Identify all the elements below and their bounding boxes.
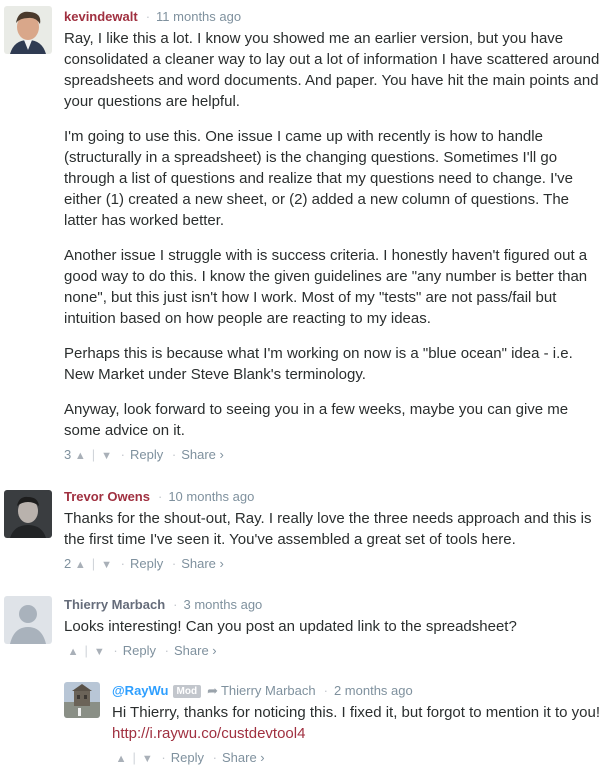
comment-text: Thanks for the shout-out, Ray. I really … <box>64 510 592 548</box>
reply-button[interactable]: Reply <box>123 642 156 660</box>
reply-button[interactable]: Reply <box>171 749 204 767</box>
reply-arrow-icon: ➦ <box>207 683 218 698</box>
comment-paragraph: Perhaps this is because what I'm working… <box>64 345 573 383</box>
default-avatar-icon <box>4 596 52 644</box>
downvote-icon[interactable]: ▼ <box>101 447 112 465</box>
reply-button[interactable]: Reply <box>130 446 163 464</box>
author-name[interactable]: Thierry Marbach <box>64 597 165 612</box>
comment-header: Trevor Owens · 10 months ago <box>64 489 255 504</box>
author-name[interactable]: @RayWu <box>112 683 169 698</box>
downvote-icon[interactable]: ▼ <box>142 750 153 768</box>
comment-text: Hi Thierry, thanks for noticing this. I … <box>112 702 602 744</box>
comment-footer: ▲ | ▼ · Reply · Share › <box>64 642 602 661</box>
comment-paragraph: Anyway, look forward to seeing you in a … <box>64 401 569 439</box>
avatar[interactable] <box>4 490 52 538</box>
upvote-icon[interactable]: ▲ <box>75 556 86 574</box>
upvote-count: 3 <box>64 447 72 462</box>
share-button[interactable]: Share › <box>181 555 224 573</box>
comment-footer: 3 ▲ | ▼ · Reply · Share › <box>64 446 602 465</box>
comment-text: Looks interesting! Can you post an updat… <box>64 618 517 635</box>
downvote-icon[interactable]: ▼ <box>101 556 112 574</box>
upvote-count: 2 <box>64 556 72 571</box>
comment-header: Thierry Marbach · 3 months ago <box>64 597 263 612</box>
share-button[interactable]: Share › <box>181 446 224 464</box>
upvote-icon[interactable]: ▲ <box>68 643 79 661</box>
comment-text: Ray, I like this a lot. I know you showe… <box>64 28 602 441</box>
timestamp[interactable]: 3 months ago <box>184 597 263 612</box>
comment-text-body: Hi Thierry, thanks for noticing this. I … <box>112 704 601 721</box>
share-button[interactable]: Share › <box>222 749 265 767</box>
share-button[interactable]: Share › <box>174 642 217 660</box>
moderator-badge: Mod <box>172 685 202 698</box>
upvote-icon[interactable]: ▲ <box>75 447 86 465</box>
user-portrait-icon <box>4 490 52 538</box>
avatar[interactable] <box>4 6 52 54</box>
comment-header: @RayWu Mod ➦ Thierry Marbach · 2 months ago <box>112 683 413 698</box>
reply-to-user[interactable]: Thierry Marbach <box>221 683 316 698</box>
comment-paragraph: I'm going to use this. One issue I came … <box>64 128 574 229</box>
avatar[interactable] <box>64 682 100 718</box>
user-portrait-icon <box>4 6 52 54</box>
timestamp[interactable]: 10 months ago <box>168 489 254 504</box>
avatar[interactable] <box>4 596 52 644</box>
comment-paragraph: Another issue I struggle with is success… <box>64 247 588 327</box>
reply-button[interactable]: Reply <box>130 555 163 573</box>
building-photo-icon <box>64 682 100 718</box>
comment-footer: 2 ▲ | ▼ · Reply · Share › <box>64 555 602 574</box>
comment-footer: ▲ | ▼ · Reply · Share › <box>112 749 602 768</box>
spreadsheet-link[interactable]: http://i.raywu.co/custdevtool4 <box>112 725 305 742</box>
author-name[interactable]: kevindewalt <box>64 9 138 24</box>
timestamp[interactable]: 11 months ago <box>156 9 241 24</box>
downvote-icon[interactable]: ▼ <box>94 643 105 661</box>
upvote-icon[interactable]: ▲ <box>116 750 127 768</box>
comment-header: kevindewalt · 11 months ago <box>64 9 242 24</box>
author-name[interactable]: Trevor Owens <box>64 489 150 504</box>
timestamp[interactable]: 2 months ago <box>334 683 413 698</box>
comment-paragraph: Ray, I like this a lot. I know you showe… <box>64 30 600 110</box>
